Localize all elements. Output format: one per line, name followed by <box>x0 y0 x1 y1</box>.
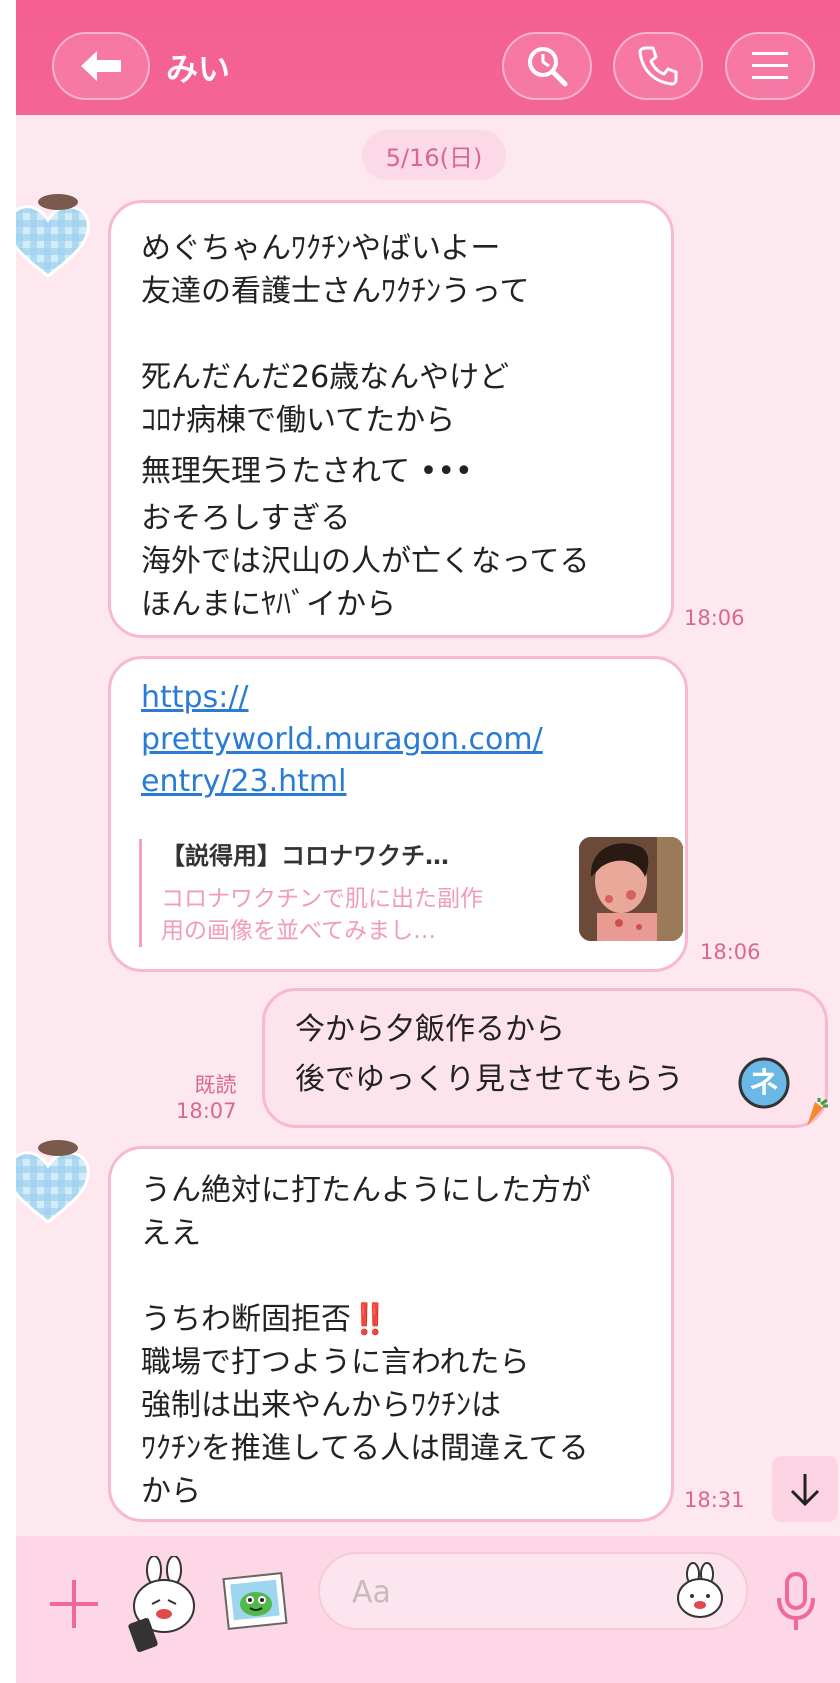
link-preview[interactable]: 【説得用】コロナワクチ… コロナワクチンで肌に出た副作用の画像を並べてみまし… <box>139 837 683 949</box>
message-line: ｺﾛﾅ病棟で働いてたから <box>141 403 456 438</box>
message-line: 海外では沢山の人が亡くなってる <box>141 544 590 579</box>
menu-button[interactable] <box>725 32 815 100</box>
carrot-icon <box>807 1098 828 1126</box>
preview-thumbnail <box>579 837 683 941</box>
message-link[interactable]: https:// prettyworld.muragon.com/ entry/… <box>141 677 655 803</box>
link-line: entry/23.html <box>141 764 347 799</box>
chat-screen: みい 5/16(日) めぐちゃんﾜｸﾁﾝやばいよー 友達の看護士さんﾜｸﾁﾝうっ… <box>16 0 840 1683</box>
message-line: うちわ断固拒否‼️ <box>141 1302 389 1337</box>
mic-icon[interactable] <box>774 1570 818 1634</box>
down-arrow-icon <box>790 1474 820 1507</box>
incoming-message[interactable]: うん絶対に打たんようにした方が ええ うちわ断固拒否‼️ 職場で打つように言われ… <box>108 1146 674 1522</box>
message-line: 職場で打つように言われたら <box>141 1345 530 1380</box>
contact-avatar[interactable] <box>16 192 94 284</box>
message-time: 18:31 <box>684 1488 745 1512</box>
back-arrow-icon <box>81 51 121 81</box>
message-input-wrapper <box>318 1552 748 1630</box>
message-line: ええ <box>141 1216 201 1251</box>
message-line: ﾜｸﾁﾝを推進してる人は間違えてる <box>141 1431 589 1466</box>
search-button[interactable] <box>502 32 592 100</box>
call-button[interactable] <box>613 32 703 100</box>
date-separator: 5/16(日) <box>362 130 506 180</box>
preview-title: 【説得用】コロナワクチ… <box>161 842 449 870</box>
back-button[interactable] <box>52 32 150 100</box>
link-line: prettyworld.muragon.com/ <box>141 722 543 757</box>
message-time: 18:07 <box>176 1099 237 1123</box>
search-icon <box>528 47 568 87</box>
sticker-icon[interactable] <box>124 1556 204 1652</box>
link-line: https:// <box>141 680 249 715</box>
message-line: 後でゆっくり見させてもらう <box>295 1062 684 1097</box>
emoji-icon[interactable] <box>670 1562 730 1622</box>
chat-header: みい <box>16 0 840 115</box>
message-line: 無理矢理うたされて ••• <box>141 454 473 489</box>
message-line: おそろしすぎる <box>141 501 351 536</box>
message-line: 死んだんだ26歳なんやけど <box>141 360 510 395</box>
scroll-down-button[interactable] <box>772 1456 838 1522</box>
message-time: 18:06 <box>700 940 761 964</box>
image-icon[interactable] <box>220 1566 290 1636</box>
plus-icon[interactable] <box>46 1576 102 1632</box>
input-bar <box>16 1536 840 1683</box>
message-line: 今から夕飯作るから <box>295 1012 565 1047</box>
link-message[interactable]: https:// prettyworld.muragon.com/ entry/… <box>108 656 688 972</box>
read-label: 既読 <box>194 1073 237 1097</box>
message-line: から <box>141 1474 201 1509</box>
message-time: 18:06 <box>684 606 745 630</box>
message-line: 強制は出来やんからﾜｸﾁﾝは <box>141 1388 501 1423</box>
preview-description: コロナワクチンで肌に出た副作用の画像を並べてみまし… <box>161 886 483 944</box>
contact-avatar[interactable] <box>16 1138 94 1230</box>
read-receipt: 既読 18:07 <box>176 1072 237 1124</box>
message-line: めぐちゃんﾜｸﾁﾝやばいよー <box>141 231 501 266</box>
message-input[interactable] <box>350 1568 654 1616</box>
chat-title: みい <box>166 50 231 88</box>
svg-text:ネ: ネ <box>749 1066 779 1101</box>
menu-icon <box>752 52 788 79</box>
message-line: うん絶対に打たんようにした方が <box>141 1173 591 1208</box>
outgoing-message[interactable]: 今から夕飯作るから 後でゆっくり見させてもらう ネ <box>262 988 828 1128</box>
character-emoji-icon: ネ <box>738 1057 790 1109</box>
incoming-message[interactable]: めぐちゃんﾜｸﾁﾝやばいよー 友達の看護士さんﾜｸﾁﾝうって 死んだんだ26歳な… <box>108 200 674 638</box>
phone-icon <box>638 46 678 86</box>
message-line: ほんまにﾔﾊﾞイから <box>141 587 396 622</box>
preview-bar <box>139 839 142 947</box>
message-line: 友達の看護士さんﾜｸﾁﾝうって <box>141 274 530 309</box>
